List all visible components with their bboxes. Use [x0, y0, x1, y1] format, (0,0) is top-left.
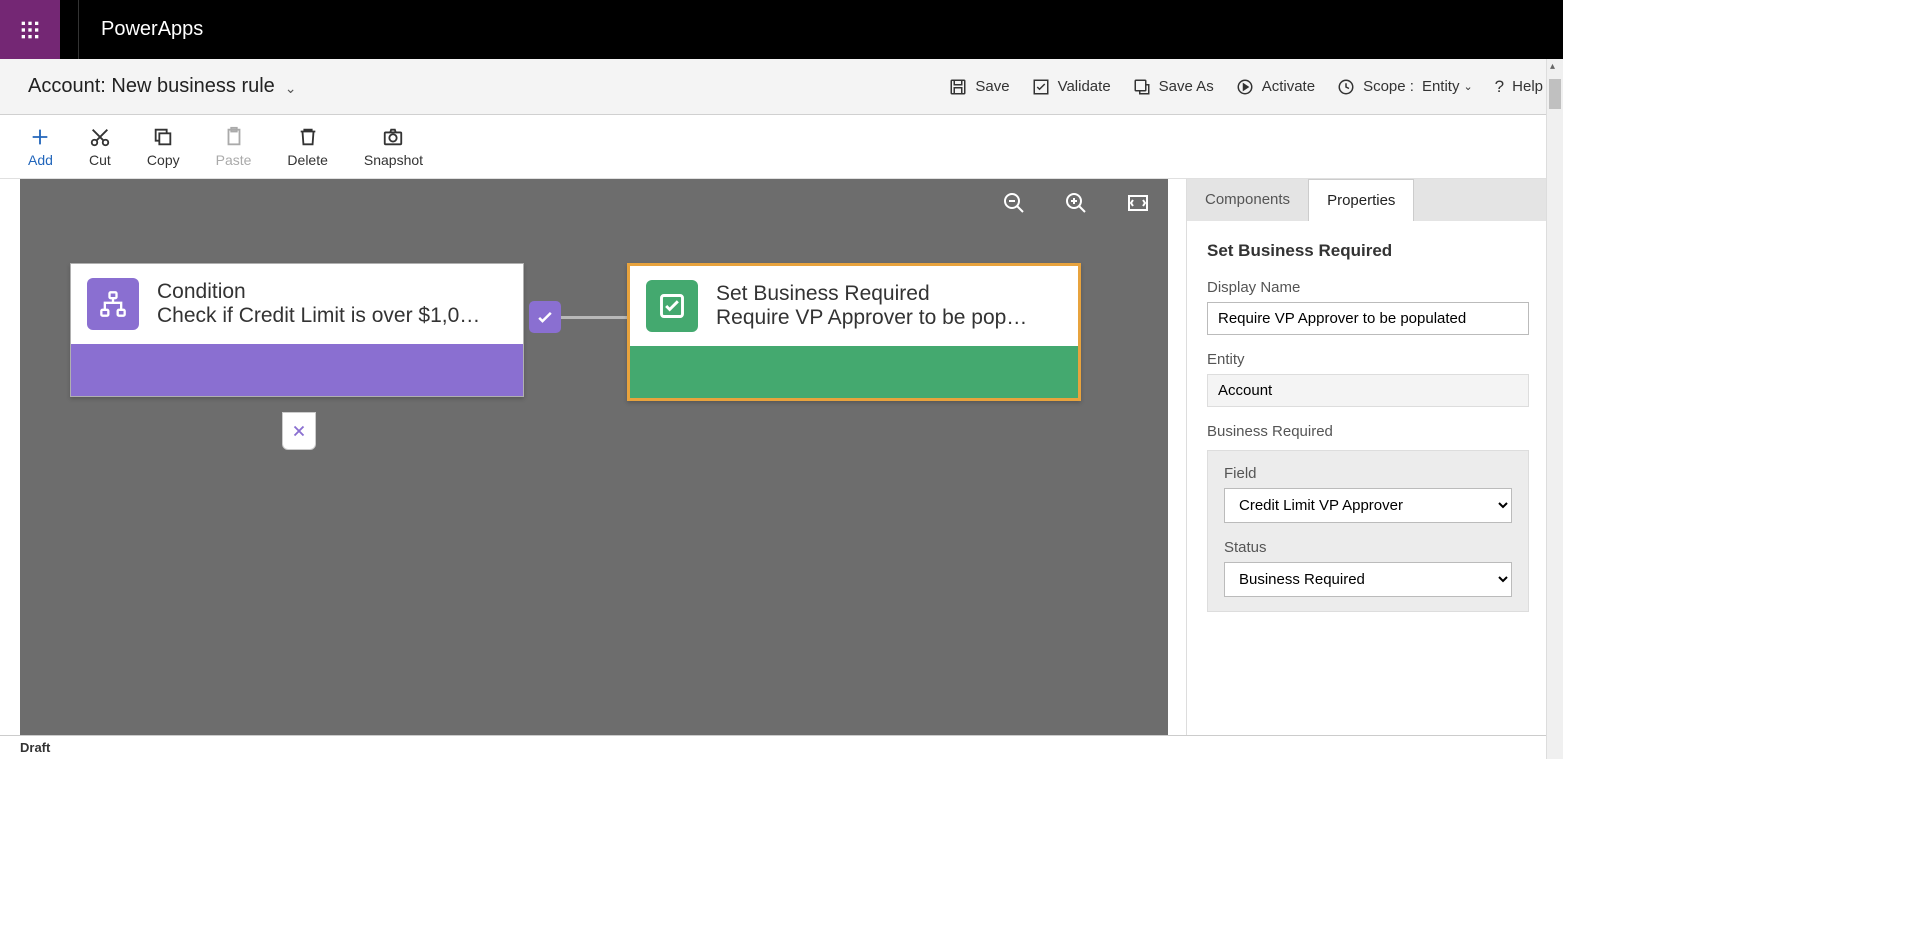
- field-select[interactable]: Credit Limit VP Approver: [1224, 488, 1512, 523]
- add-button[interactable]: Add: [28, 126, 53, 168]
- save-as-button[interactable]: Save As: [1133, 78, 1214, 96]
- action-title: Set Business Required: [716, 282, 1027, 306]
- save-label: Save: [975, 78, 1009, 95]
- connector-line: [561, 316, 627, 319]
- zoom-out-button[interactable]: [1002, 191, 1026, 218]
- paste-button[interactable]: Paste: [216, 126, 252, 168]
- zoom-out-icon: [1002, 191, 1026, 215]
- paste-icon: [223, 126, 245, 148]
- properties-tab[interactable]: Properties: [1308, 179, 1414, 221]
- snapshot-label: Snapshot: [364, 152, 423, 168]
- action-node[interactable]: Set Business Required Require VP Approve…: [627, 263, 1081, 401]
- display-name-label: Display Name: [1207, 279, 1529, 296]
- condition-node-header: Condition Check if Credit Limit is over …: [71, 264, 523, 344]
- scroll-up-arrow[interactable]: ▴: [1550, 61, 1555, 72]
- x-icon: [290, 422, 308, 440]
- rule-header-bar: Account: New business rule ⌄ Save Valida…: [0, 59, 1563, 115]
- condition-icon: [87, 278, 139, 330]
- validate-label: Validate: [1058, 78, 1111, 95]
- app-header: PowerApps: [0, 0, 1563, 59]
- main-area: Condition Check if Credit Limit is over …: [0, 179, 1563, 735]
- vertical-scrollbar[interactable]: ▴: [1546, 59, 1563, 759]
- scope-value: Entity: [1422, 78, 1460, 95]
- status-text: Draft: [20, 740, 50, 755]
- canvas-wrap: Condition Check if Credit Limit is over …: [0, 179, 1186, 735]
- delete-label: Delete: [287, 152, 327, 168]
- components-tab[interactable]: Components: [1187, 179, 1308, 221]
- set-required-icon: [646, 280, 698, 332]
- zoom-in-button[interactable]: [1064, 191, 1088, 218]
- designer-canvas[interactable]: Condition Check if Credit Limit is over …: [20, 179, 1168, 735]
- save-button[interactable]: Save: [949, 78, 1009, 96]
- entity-label: Entity: [1207, 351, 1529, 368]
- scope-icon: [1337, 78, 1355, 96]
- scope-label: Scope :: [1363, 78, 1414, 95]
- status-select[interactable]: Business Required: [1224, 562, 1512, 597]
- panel-tabs: Components Properties: [1187, 179, 1549, 221]
- business-required-section: Field Credit Limit VP Approver Status Bu…: [1207, 450, 1529, 612]
- field-label: Field: [1224, 465, 1512, 482]
- cut-button[interactable]: Cut: [89, 126, 111, 168]
- copy-icon: [152, 126, 174, 148]
- status-bar: Draft: [0, 735, 1563, 759]
- rule-title-dropdown[interactable]: Account: New business rule ⌄: [28, 75, 297, 98]
- action-footer: [630, 346, 1078, 398]
- waffle-icon: [20, 20, 40, 40]
- toolbar: Add Cut Copy Paste Delete Snapshot: [0, 115, 1563, 179]
- activate-button[interactable]: Activate: [1236, 78, 1315, 96]
- status-label: Status: [1224, 539, 1512, 556]
- chevron-down-icon: ⌄: [1463, 80, 1472, 93]
- condition-footer: [71, 344, 523, 396]
- save-as-label: Save As: [1159, 78, 1214, 95]
- add-label: Add: [28, 152, 53, 168]
- activate-label: Activate: [1262, 78, 1315, 95]
- header-divider: [78, 0, 79, 59]
- help-button[interactable]: ? Help: [1495, 77, 1543, 97]
- properties-title: Set Business Required: [1207, 241, 1529, 261]
- display-name-input[interactable]: [1207, 302, 1529, 335]
- scope-dropdown[interactable]: Scope : Entity ⌄: [1337, 78, 1473, 96]
- condition-title: Condition: [157, 280, 480, 304]
- check-icon: [535, 307, 555, 327]
- action-subtitle: Require VP Approver to be pop…: [716, 306, 1027, 330]
- validate-button[interactable]: Validate: [1032, 78, 1111, 96]
- validate-icon: [1032, 78, 1050, 96]
- action-node-header: Set Business Required Require VP Approve…: [630, 266, 1078, 346]
- fit-screen-button[interactable]: [1126, 191, 1150, 218]
- true-branch-badge[interactable]: [529, 301, 561, 333]
- cut-label: Cut: [89, 152, 111, 168]
- condition-subtitle: Check if Credit Limit is over $1,0…: [157, 304, 480, 328]
- activate-icon: [1236, 78, 1254, 96]
- rule-title-text: Account: New business rule: [28, 75, 275, 98]
- app-launcher-button[interactable]: [0, 0, 60, 59]
- chevron-down-icon: ⌄: [285, 80, 297, 97]
- scissors-icon: [89, 126, 111, 148]
- copy-button[interactable]: Copy: [147, 126, 180, 168]
- camera-icon: [382, 126, 404, 148]
- trash-icon: [297, 126, 319, 148]
- save-as-icon: [1133, 78, 1151, 96]
- save-icon: [949, 78, 967, 96]
- delete-button[interactable]: Delete: [287, 126, 327, 168]
- scrollbar-thumb[interactable]: [1549, 79, 1561, 109]
- properties-body: Set Business Required Display Name Entit…: [1187, 221, 1549, 632]
- help-icon: ?: [1495, 77, 1504, 97]
- entity-input: [1207, 374, 1529, 407]
- header-actions: Save Validate Save As Activate Scope : E…: [949, 77, 1543, 97]
- false-branch-badge[interactable]: [282, 412, 316, 450]
- snapshot-button[interactable]: Snapshot: [364, 126, 423, 168]
- condition-node[interactable]: Condition Check if Credit Limit is over …: [70, 263, 524, 397]
- fit-screen-icon: [1126, 191, 1150, 215]
- app-title: PowerApps: [101, 18, 203, 41]
- canvas-controls: [1002, 191, 1150, 218]
- properties-panel: Components Properties Set Business Requi…: [1186, 179, 1549, 735]
- copy-label: Copy: [147, 152, 180, 168]
- zoom-in-icon: [1064, 191, 1088, 215]
- plus-icon: [29, 126, 51, 148]
- help-label: Help: [1512, 78, 1543, 95]
- business-required-section-label: Business Required: [1207, 423, 1529, 440]
- paste-label: Paste: [216, 152, 252, 168]
